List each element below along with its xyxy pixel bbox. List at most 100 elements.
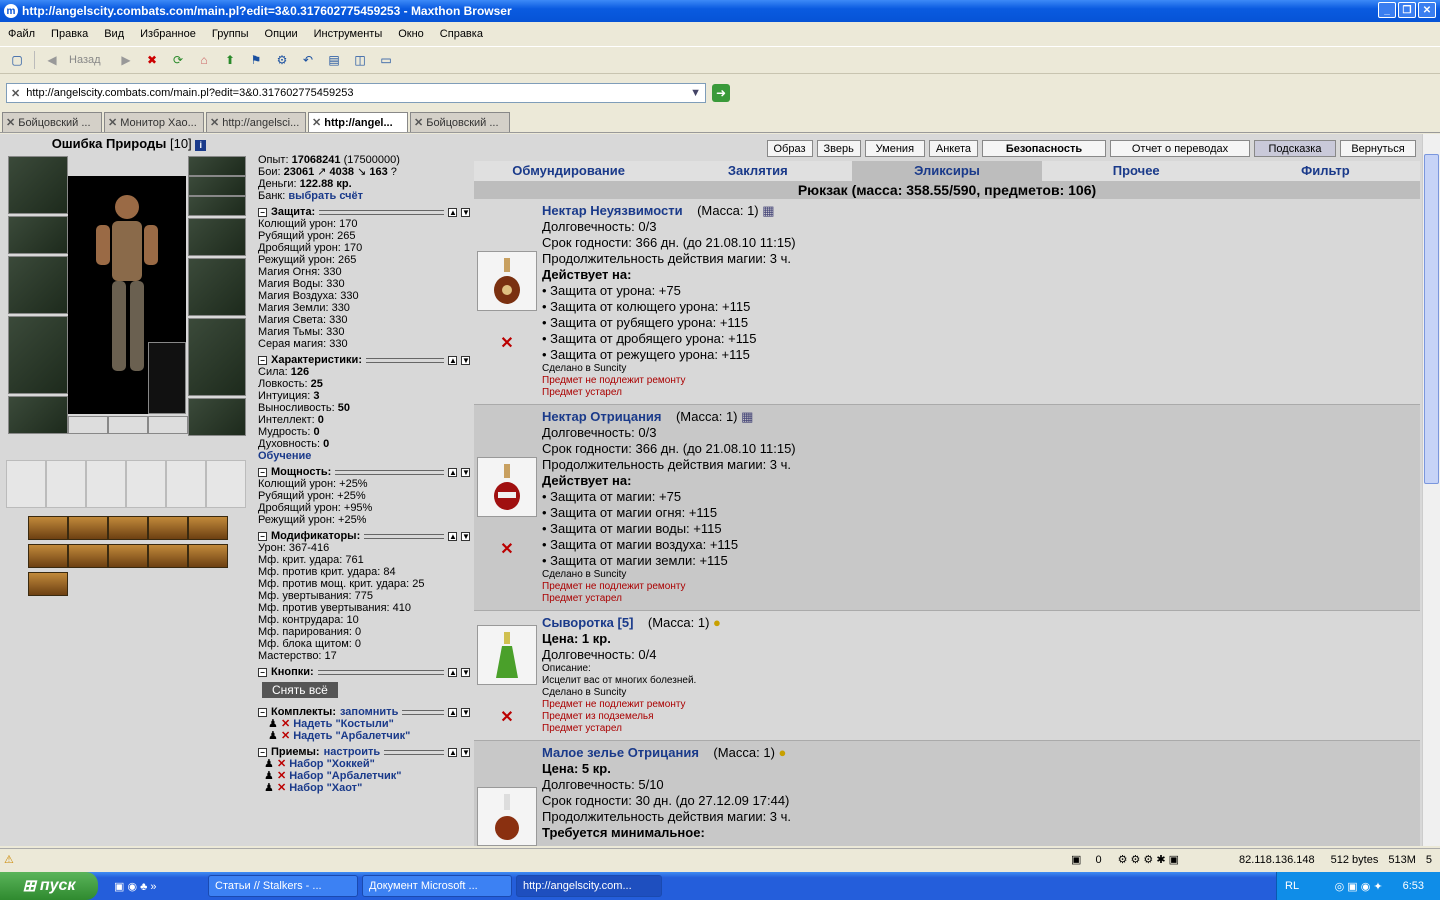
up-icon[interactable]: ▲ <box>448 747 457 757</box>
browser-tab[interactable]: ✕ Бойцовский ... <box>410 112 510 132</box>
scrollbar-thumb[interactable] <box>1424 154 1439 484</box>
pocket-slot[interactable] <box>166 460 206 508</box>
belt-slot[interactable] <box>8 396 68 434</box>
delete-icon[interactable]: ✕ <box>281 718 290 730</box>
set-link[interactable]: Надеть "Арбалетчик" <box>293 730 410 742</box>
groups-icon[interactable]: ⚑ <box>247 51 265 69</box>
item-name[interactable]: Нектар Отрицания <box>542 409 662 424</box>
boots-slot[interactable] <box>188 398 246 436</box>
earrings-slot[interactable] <box>188 176 246 196</box>
training-link[interactable]: Обучение <box>258 450 470 462</box>
techniques-header[interactable]: − Приемы: настроить ▲ ▼ <box>258 746 470 758</box>
collapse-icon[interactable]: − <box>258 207 267 217</box>
potion-image[interactable] <box>477 624 537 685</box>
protection-header[interactable]: − Защита: ▲ ▼ <box>258 206 470 218</box>
pocket-slot[interactable] <box>126 460 166 508</box>
remove-all-button[interactable]: Снять всё <box>262 682 338 698</box>
transfer-report-button[interactable]: Отчет о переводах <box>1110 140 1250 157</box>
helmet-slot[interactable] <box>8 156 68 214</box>
spell-slot[interactable] <box>148 516 188 540</box>
new-page-icon[interactable]: ▢ <box>8 51 26 69</box>
dropdown-icon[interactable]: ▼ <box>690 87 701 99</box>
collapse-icon[interactable]: − <box>258 707 267 717</box>
page-scrollbar[interactable] <box>1422 134 1440 846</box>
taskbar-item-active[interactable]: http://angelscity.com... <box>516 875 662 897</box>
collapse-icon[interactable]: − <box>258 667 267 677</box>
bracers-slot[interactable] <box>8 216 68 254</box>
wear-icon[interactable]: ♟ <box>264 770 274 782</box>
item-name[interactable]: Нектар Неуязвимости <box>542 203 683 218</box>
down-icon[interactable]: ▼ <box>461 467 470 477</box>
menu-edit[interactable]: Правка <box>51 28 88 40</box>
tray-icons[interactable]: ◎ ▣ ◉ ✦ <box>1335 880 1383 893</box>
pocket-slot[interactable] <box>206 460 246 508</box>
skills-button[interactable]: Умения <box>864 140 925 157</box>
tab-filter[interactable]: Фильтр <box>1230 161 1421 181</box>
drop-item-icon[interactable]: ✕ <box>500 539 513 559</box>
menu-view[interactable]: Вид <box>104 28 124 40</box>
menu-groups[interactable]: Группы <box>212 28 249 40</box>
down-icon[interactable]: ▼ <box>461 667 470 677</box>
spell-slot[interactable] <box>68 516 108 540</box>
potion-image[interactable] <box>477 787 537 846</box>
rune-slot[interactable] <box>108 416 148 434</box>
gloves-slot[interactable] <box>188 218 246 256</box>
home-icon[interactable]: ⌂ <box>195 51 213 69</box>
up-icon[interactable]: ▲ <box>448 355 457 365</box>
spell-slot[interactable] <box>188 516 228 540</box>
spell-slot[interactable] <box>188 544 228 568</box>
item-name[interactable]: Сыворотка [5] <box>542 615 633 630</box>
potion-image[interactable] <box>477 250 537 311</box>
up-icon[interactable]: ▲ <box>448 207 457 217</box>
delete-icon[interactable]: ✕ <box>281 730 290 742</box>
down-icon[interactable]: ▼ <box>461 747 470 757</box>
restore-icon[interactable]: ❐ <box>1398 2 1416 18</box>
technique-link[interactable]: Набор "Хоккей" <box>289 758 375 770</box>
forward-icon[interactable]: ▶ <box>117 51 135 69</box>
wear-icon[interactable]: ♟ <box>268 730 278 742</box>
url-input[interactable]: ✕ http://angelscity.combats.com/main.pl?… <box>6 83 706 103</box>
modifiers-header[interactable]: − Модификаторы: ▲ ▼ <box>258 530 470 542</box>
pocket-slot[interactable] <box>46 460 86 508</box>
spell-slot[interactable] <box>28 572 68 596</box>
up-icon[interactable]: ▲ <box>448 467 457 477</box>
tab-other[interactable]: Прочее <box>1041 161 1231 181</box>
weapon-left-slot[interactable] <box>8 256 68 314</box>
language-indicator[interactable]: RL <box>1285 880 1299 892</box>
pocket-slot[interactable] <box>6 460 46 508</box>
drop-item-icon[interactable]: ✕ <box>500 333 513 353</box>
tray-tools-icon[interactable]: ⚙ ⚙ ⚙ ✱ ▣ <box>1118 853 1179 866</box>
undo-icon[interactable]: ↶ <box>299 51 317 69</box>
delete-icon[interactable]: ✕ <box>277 782 286 794</box>
browser-tab[interactable]: ✕ http://angelsci... <box>206 112 306 132</box>
collapse-icon[interactable]: − <box>258 747 267 757</box>
spell-slot[interactable] <box>28 516 68 540</box>
screenshot-icon[interactable]: ◫ <box>351 51 369 69</box>
back-icon[interactable]: ◀ <box>43 51 61 69</box>
wear-icon[interactable]: ♟ <box>264 782 274 794</box>
sidebar-icon[interactable]: ▤ <box>325 51 343 69</box>
close-icon[interactable]: ✕ <box>1418 2 1436 18</box>
info-icon[interactable]: i <box>195 140 207 151</box>
profile-button[interactable]: Анкета <box>928 140 978 157</box>
pet-slot[interactable] <box>148 342 186 414</box>
delete-icon[interactable]: ✕ <box>277 758 286 770</box>
drop-item-icon[interactable]: ✕ <box>500 707 513 727</box>
item-name[interactable]: Малое зелье Отрицания <box>542 745 699 760</box>
go-up-icon[interactable]: ⬆ <box>221 51 239 69</box>
rune-slot[interactable] <box>148 416 188 434</box>
spell-slot[interactable] <box>108 544 148 568</box>
rings-slot[interactable] <box>188 196 246 216</box>
collapse-icon[interactable]: − <box>258 467 267 477</box>
buttons-header[interactable]: − Кнопки: ▲ ▼ <box>258 666 470 678</box>
leggings-slot[interactable] <box>188 318 246 396</box>
menu-file[interactable]: Файл <box>8 28 35 40</box>
technique-link[interactable]: Набор "Хаот" <box>289 782 362 794</box>
menu-options[interactable]: Опции <box>265 28 298 40</box>
wear-icon[interactable]: ♟ <box>268 718 278 730</box>
taskbar-item[interactable]: Документ Microsoft ... <box>362 875 512 897</box>
down-icon[interactable]: ▼ <box>461 531 470 541</box>
quicklaunch-icons[interactable]: ▣ ◉ ♣ » <box>114 880 204 893</box>
remember-set-link[interactable]: запомнить <box>340 706 398 718</box>
characteristics-header[interactable]: − Характеристики: ▲ ▼ <box>258 354 470 366</box>
